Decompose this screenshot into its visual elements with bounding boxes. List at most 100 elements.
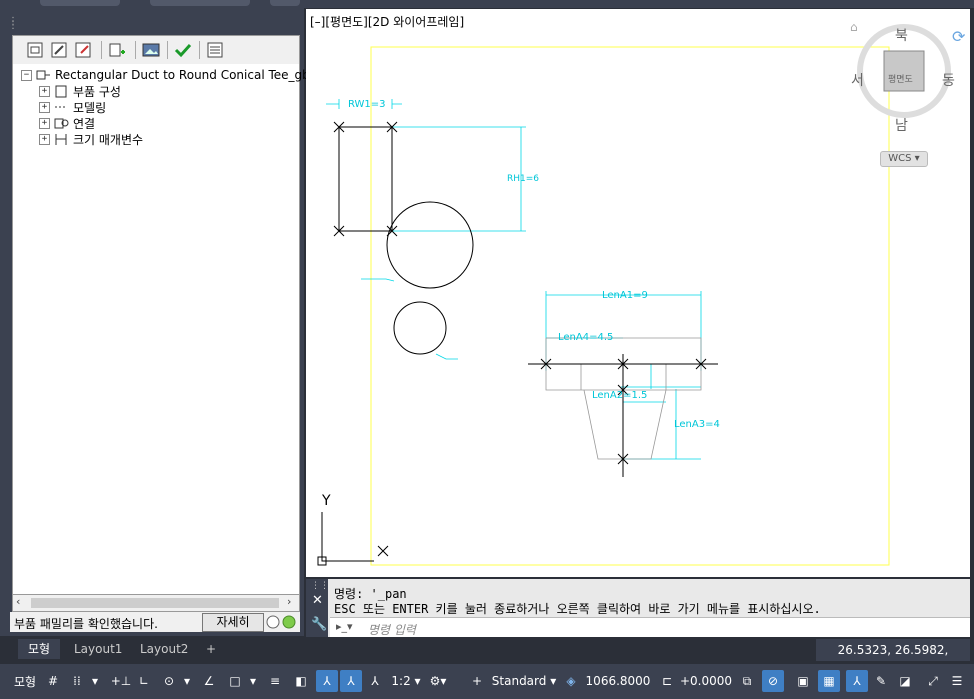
- top-tab[interactable]: [40, 0, 120, 6]
- dim-rh1[interactable]: RH1=6: [507, 174, 539, 184]
- wcs-label: WCS: [888, 153, 912, 164]
- tab-layout1[interactable]: Layout1: [64, 639, 132, 659]
- settings-gear-icon[interactable]: ⚙▾: [426, 670, 450, 692]
- scroll-right-icon[interactable]: ›: [287, 595, 291, 608]
- close-icon[interactable]: ✕: [312, 593, 323, 608]
- status-message: 부품 패밀리를 확인했습니다.: [14, 617, 158, 631]
- command-grip-icon[interactable]: ⋮⋮: [311, 581, 329, 591]
- ortho-icon[interactable]: ∟: [134, 670, 154, 692]
- tree-item-connections[interactable]: + 연결: [39, 115, 95, 131]
- tab-layout2[interactable]: Layout2: [130, 639, 198, 659]
- expand-icon[interactable]: +: [39, 117, 50, 129]
- top-tab[interactable]: [270, 0, 300, 6]
- coordinate-readout[interactable]: 26.5323, 26.5982, 0.0000: [816, 639, 970, 679]
- isolate-objects-icon[interactable]: ⊘: [762, 670, 784, 692]
- rotate-icon[interactable]: ⟳: [952, 27, 965, 46]
- panel-status-bar: 부품 패밀리를 확인했습니다. 자세히: [10, 612, 300, 632]
- viewcube-west[interactable]: 서: [851, 70, 864, 90]
- dynamic-input-icon[interactable]: +⊥: [110, 670, 132, 692]
- add-layout-icon[interactable]: +: [196, 639, 226, 659]
- modeling-icon: [55, 106, 67, 108]
- model-space-button[interactable]: 모형: [10, 670, 40, 692]
- dim-lena2[interactable]: LenA2=1.5: [592, 390, 647, 401]
- panel-grip-icon[interactable]: ⋮ ⋮: [8, 17, 18, 34]
- part-properties-icon[interactable]: [25, 40, 45, 60]
- viewcube-south[interactable]: 남: [895, 115, 908, 135]
- dim-lena3[interactable]: LenA3=4: [674, 419, 720, 430]
- details-button[interactable]: 자세히: [202, 613, 264, 632]
- snap-icon[interactable]: ⁞⁞: [66, 670, 88, 692]
- viewcube-east[interactable]: 동: [942, 70, 955, 90]
- offset-value[interactable]: +0.0000: [680, 670, 732, 692]
- edit-part-icon[interactable]: [49, 40, 69, 60]
- list-view-icon[interactable]: [205, 40, 225, 60]
- dropdown-icon[interactable]: ▾: [180, 670, 194, 692]
- drawing-frame: [370, 46, 890, 566]
- collapse-icon[interactable]: −: [21, 69, 32, 81]
- save-part-icon[interactable]: [73, 40, 93, 60]
- tree-item-label: 크기 매개변수: [73, 132, 144, 147]
- circle-large: [386, 201, 474, 289]
- image-icon[interactable]: [141, 40, 161, 60]
- tree-item-part-config[interactable]: + 부품 구성: [39, 83, 121, 99]
- style-select[interactable]: Standard ▾: [492, 670, 556, 692]
- command-menu-icon[interactable]: ▸_▾: [336, 620, 353, 633]
- tree-item-size-params[interactable]: + 크기 매개변수: [39, 131, 143, 147]
- isodraft-icon[interactable]: ∠: [198, 670, 220, 692]
- tree-root[interactable]: − Rectangular Duct to Round Conical Tee_…: [21, 67, 310, 83]
- lineweight-icon[interactable]: ≡: [264, 670, 286, 692]
- dim-lena1[interactable]: LenA1=9: [602, 290, 648, 301]
- scroll-left-icon[interactable]: ‹: [16, 595, 20, 608]
- dropdown-icon[interactable]: ▾: [246, 670, 260, 692]
- expand-icon[interactable]: +: [39, 101, 50, 113]
- circle-small: [393, 301, 447, 355]
- dim-rw1[interactable]: RW1=3: [348, 99, 386, 110]
- toolbar-divider: [135, 41, 136, 59]
- viewcube-top-face[interactable]: 평면도: [888, 72, 913, 85]
- wcs-menu[interactable]: WCS ▾: [880, 151, 928, 167]
- clean-screen-icon[interactable]: ▦: [818, 670, 840, 692]
- annotation-visibility-icon[interactable]: ⅄: [316, 670, 338, 692]
- tree-root-label: Rectangular Duct to Round Conical Tee_gb: [55, 68, 310, 82]
- ucs-toggle-icon[interactable]: ⧉: [736, 670, 758, 692]
- layout-tab-bar: 모형 Layout1 Layout2 + 26.5323, 26.5982, 0…: [0, 637, 974, 679]
- add-item-icon[interactable]: [107, 40, 127, 60]
- config-icon: [55, 85, 67, 98]
- units-icon[interactable]: ⅄: [846, 670, 868, 692]
- crosshair-icon[interactable]: +: [466, 670, 488, 692]
- transparency-icon[interactable]: ◧: [290, 670, 312, 692]
- command-input[interactable]: ▸_▾ 명령 입력: [330, 617, 970, 638]
- toolbar-divider: [101, 41, 102, 59]
- dimension-icon: [55, 134, 67, 145]
- validate-check-icon[interactable]: [173, 40, 193, 60]
- dropdown-icon[interactable]: ▾: [88, 670, 102, 692]
- elevation-value[interactable]: 1066.8000: [584, 670, 652, 692]
- expand-icon[interactable]: +: [39, 85, 50, 97]
- expand-icon[interactable]: +: [39, 133, 50, 145]
- drawing-viewport[interactable]: [–][평면도][2D 와이어프레임] RW1=3 RH1=6 LenA1=9 …: [306, 9, 970, 577]
- hardware-acceleration-icon[interactable]: ▣: [792, 670, 814, 692]
- grid-icon[interactable]: #: [42, 670, 64, 692]
- fullscreen-icon[interactable]: ⤢: [922, 670, 944, 692]
- home-icon[interactable]: ⌂: [850, 20, 858, 34]
- scrollbar-thumb[interactable]: [31, 598, 279, 608]
- connection-icon: [54, 118, 69, 129]
- customize-wrench-icon[interactable]: 🔧: [311, 617, 327, 632]
- object-snap-icon[interactable]: □: [224, 670, 246, 692]
- tree-item-label: 모델링: [73, 100, 107, 115]
- annotation-scale-select[interactable]: 1:2 ▾: [388, 670, 424, 692]
- quick-properties-icon[interactable]: ✎: [870, 670, 892, 692]
- tree-horizontal-scrollbar[interactable]: ‹ ›: [12, 594, 300, 612]
- workspace-icon[interactable]: ◪: [894, 670, 916, 692]
- tree-item-modeling[interactable]: + 모델링: [39, 99, 106, 115]
- dim-lena4[interactable]: LenA4=4.5: [558, 332, 613, 343]
- command-prompt-line: ESC 또는 ENTER 키를 눌러 종료하거나 오른쪽 클릭하여 바로 가기 …: [334, 602, 821, 616]
- top-tab[interactable]: [150, 0, 250, 6]
- viewcube[interactable]: ⌂ 북 남 서 동 평면도 ⟳ WCS ▾: [850, 15, 965, 175]
- viewcube-north[interactable]: 북: [895, 25, 908, 45]
- annotation-scale-icon[interactable]: ⅄: [364, 670, 386, 692]
- customization-menu-icon[interactable]: ☰: [946, 670, 968, 692]
- tab-model[interactable]: 모형: [18, 639, 61, 659]
- polar-icon[interactable]: ⊙: [158, 670, 180, 692]
- auto-scale-icon[interactable]: ⅄: [340, 670, 362, 692]
